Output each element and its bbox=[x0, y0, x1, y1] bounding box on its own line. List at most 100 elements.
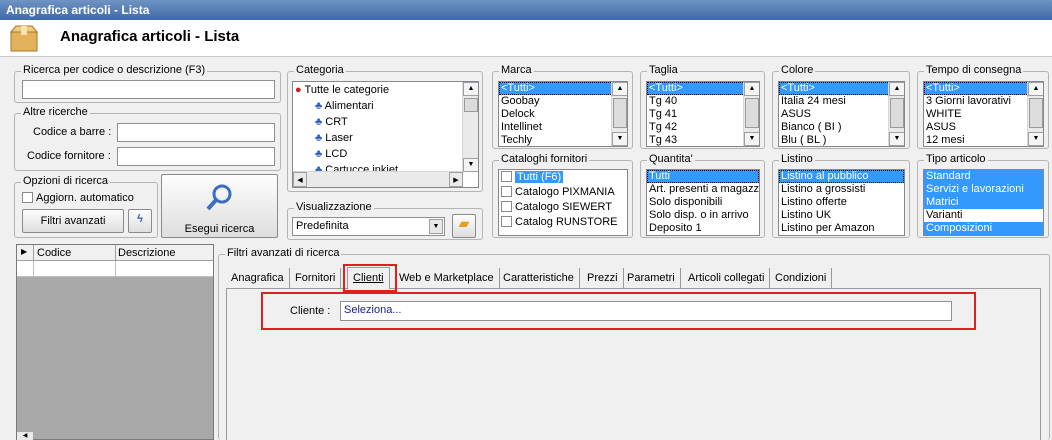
list-item[interactable]: Listino UK bbox=[779, 209, 904, 222]
delivery-time-scrollbar[interactable]: ▲ ▼ bbox=[1027, 82, 1043, 146]
price-list-list[interactable]: Listino al pubblico Listino a grossisti Li… bbox=[778, 169, 905, 236]
list-item[interactable]: Catalogo SIEWERT bbox=[499, 200, 627, 215]
scroll-thumb[interactable] bbox=[1029, 98, 1043, 128]
size-list[interactable]: <Tutti> Tg 40 Tg 41 Tg 42 Tg 43 ▲ ▼ bbox=[646, 81, 760, 147]
scroll-down-icon[interactable]: ▼ bbox=[744, 132, 759, 146]
color-list[interactable]: <Tutti> Italia 24 mesi ASUS Bianco ( BI ) Bl… bbox=[778, 81, 905, 147]
barcode-input[interactable] bbox=[117, 123, 275, 142]
checkbox-box[interactable] bbox=[501, 216, 512, 227]
tree-item[interactable]: ♣ CRT bbox=[315, 116, 348, 132]
tab-articoli-collegati[interactable]: Articoli collegati bbox=[683, 268, 771, 288]
category-icon: ♣ bbox=[315, 148, 323, 160]
scroll-thumb[interactable] bbox=[613, 98, 627, 128]
scroll-thumb[interactable] bbox=[890, 98, 904, 128]
auto-update-checkbox[interactable]: Aggiorn. automatico bbox=[22, 192, 134, 204]
scroll-down-icon[interactable]: ▼ bbox=[463, 158, 478, 172]
list-item[interactable]: Listino al pubblico bbox=[779, 170, 904, 183]
checkbox-box[interactable] bbox=[501, 171, 512, 182]
lightning-button[interactable]: ϟ bbox=[128, 209, 152, 233]
tree-item[interactable]: ♣ LCD bbox=[315, 148, 347, 164]
folder-button[interactable]: ▰ bbox=[452, 214, 476, 238]
brand-scrollbar[interactable]: ▲ ▼ bbox=[611, 82, 627, 146]
tab-parametri[interactable]: Parametri bbox=[622, 268, 681, 288]
list-item[interactable]: Varianti bbox=[924, 209, 1043, 222]
tree-item[interactable]: ♣ Alimentari bbox=[315, 100, 374, 116]
scroll-down-icon[interactable]: ▼ bbox=[1028, 132, 1043, 146]
list-item[interactable]: Matrici bbox=[924, 196, 1043, 209]
execute-search-button[interactable]: Esegui ricerca bbox=[161, 174, 278, 238]
scroll-left-icon[interactable]: ◀ bbox=[17, 432, 33, 440]
supplier-code-input[interactable] bbox=[117, 147, 275, 166]
results-grid[interactable]: ▶ Codice Descrizione ◀ bbox=[16, 244, 214, 440]
table-row[interactable] bbox=[17, 261, 213, 277]
tab-anagrafica[interactable]: Anagrafica bbox=[226, 268, 290, 288]
checkbox-box[interactable] bbox=[22, 192, 33, 203]
list-item[interactable]: 12 mesi bbox=[924, 134, 1043, 146]
category-scrollbar[interactable]: ▲ ▼ bbox=[462, 82, 478, 172]
scroll-left-icon[interactable]: ◀ bbox=[293, 172, 307, 187]
tree-root[interactable]: ● Tutte le categorie bbox=[295, 84, 389, 100]
list-item[interactable]: Blu ( BL ) bbox=[779, 134, 904, 146]
category-hscrollbar[interactable]: ◀ ▶ bbox=[293, 171, 463, 187]
tree-item[interactable]: ♣ Laser bbox=[315, 132, 353, 148]
list-item[interactable]: Delock bbox=[499, 108, 627, 121]
list-item[interactable]: Art. presenti a magazzino bbox=[647, 183, 759, 196]
chevron-down-icon[interactable]: ▼ bbox=[429, 219, 443, 234]
list-item[interactable]: Listino a grossisti bbox=[779, 183, 904, 196]
delivery-time-list[interactable]: <Tutti> 3 Giorni lavorativi WHITE ASUS 12 me… bbox=[923, 81, 1044, 147]
brand-list[interactable]: <Tutti> Goobay Delock Intellinet Techly ▲ ▼ bbox=[498, 81, 628, 147]
list-item[interactable]: <Tutti> bbox=[779, 82, 904, 95]
advanced-filters-button[interactable]: Filtri avanzati bbox=[22, 209, 124, 233]
scroll-up-icon[interactable]: ▲ bbox=[744, 82, 759, 96]
scroll-down-icon[interactable]: ▼ bbox=[889, 132, 904, 146]
column-code[interactable]: Codice bbox=[37, 247, 71, 259]
scroll-down-icon[interactable]: ▼ bbox=[612, 132, 627, 146]
list-item[interactable]: Solo disp. o in arrivo bbox=[647, 209, 759, 222]
list-item[interactable]: 3 Giorni lavorativi bbox=[924, 95, 1043, 108]
scroll-up-icon[interactable]: ▲ bbox=[1028, 82, 1043, 96]
tab-fornitori[interactable]: Fornitori bbox=[290, 268, 342, 288]
list-item[interactable]: Catalogo PIXMANIA bbox=[499, 185, 627, 200]
scroll-thumb[interactable] bbox=[745, 98, 759, 128]
list-item[interactable]: Tutti (F6) bbox=[499, 170, 627, 185]
quantity-list[interactable]: TuttiArt. presenti a magazzinoSolo dispo… bbox=[646, 169, 760, 236]
color-scrollbar[interactable]: ▲ ▼ bbox=[888, 82, 904, 146]
list-item[interactable]: Tutti bbox=[647, 170, 759, 183]
scroll-up-icon[interactable]: ▲ bbox=[889, 82, 904, 96]
scroll-thumb[interactable] bbox=[464, 98, 478, 112]
list-item[interactable]: ASUS bbox=[924, 121, 1043, 134]
item-type-list[interactable]: Standard Servizi e lavorazioni Matrici Vari… bbox=[923, 169, 1044, 236]
list-item[interactable]: Goobay bbox=[499, 95, 627, 108]
size-scrollbar[interactable]: ▲ ▼ bbox=[743, 82, 759, 146]
supplier-catalogs-list[interactable]: Tutti (F6) Catalogo PIXMANIA Catalogo SI… bbox=[498, 169, 628, 236]
list-item[interactable]: Techly bbox=[499, 134, 627, 146]
tab-prezzi[interactable]: Prezzi bbox=[582, 268, 624, 288]
tab-condizioni[interactable]: Condizioni bbox=[770, 268, 833, 288]
list-item[interactable]: Listino per Amazon bbox=[779, 222, 904, 235]
list-item[interactable]: <Tutti> bbox=[924, 82, 1043, 95]
list-item[interactable]: ASUS bbox=[779, 108, 904, 121]
list-item[interactable]: Standard bbox=[924, 170, 1043, 183]
list-item[interactable]: <Tutti> bbox=[499, 82, 627, 95]
list-item[interactable]: Deposito 1 bbox=[647, 222, 759, 235]
list-item[interactable]: Listino offerte bbox=[779, 196, 904, 209]
view-select[interactable]: Predefinita ▼ bbox=[292, 217, 445, 236]
search-input[interactable] bbox=[22, 80, 275, 99]
column-description[interactable]: Descrizione bbox=[118, 247, 175, 259]
checkbox-box[interactable] bbox=[501, 201, 512, 212]
scroll-right-icon[interactable]: ▶ bbox=[449, 172, 463, 187]
list-item[interactable]: Bianco ( BI ) bbox=[779, 121, 904, 134]
list-item[interactable]: Italia 24 mesi bbox=[779, 95, 904, 108]
list-item[interactable]: Intellinet bbox=[499, 121, 627, 134]
scroll-up-icon[interactable]: ▲ bbox=[612, 82, 627, 96]
category-tree[interactable]: ● Tutte le categorie ♣ Alimentari ♣ CRT … bbox=[292, 81, 479, 188]
tab-caratteristiche[interactable]: Caratteristiche bbox=[498, 268, 580, 288]
list-item[interactable]: Servizi e lavorazioni bbox=[924, 183, 1043, 196]
list-item[interactable]: Catalog RUNSTORE bbox=[499, 215, 627, 230]
list-item[interactable]: WHITE bbox=[924, 108, 1043, 121]
list-item[interactable]: Solo disponibili bbox=[647, 196, 759, 209]
tab-web-marketplace[interactable]: Web e Marketplace bbox=[394, 268, 500, 288]
checkbox-box[interactable] bbox=[501, 186, 512, 197]
list-item[interactable]: Composizioni bbox=[924, 222, 1043, 235]
scroll-up-icon[interactable]: ▲ bbox=[463, 82, 478, 96]
